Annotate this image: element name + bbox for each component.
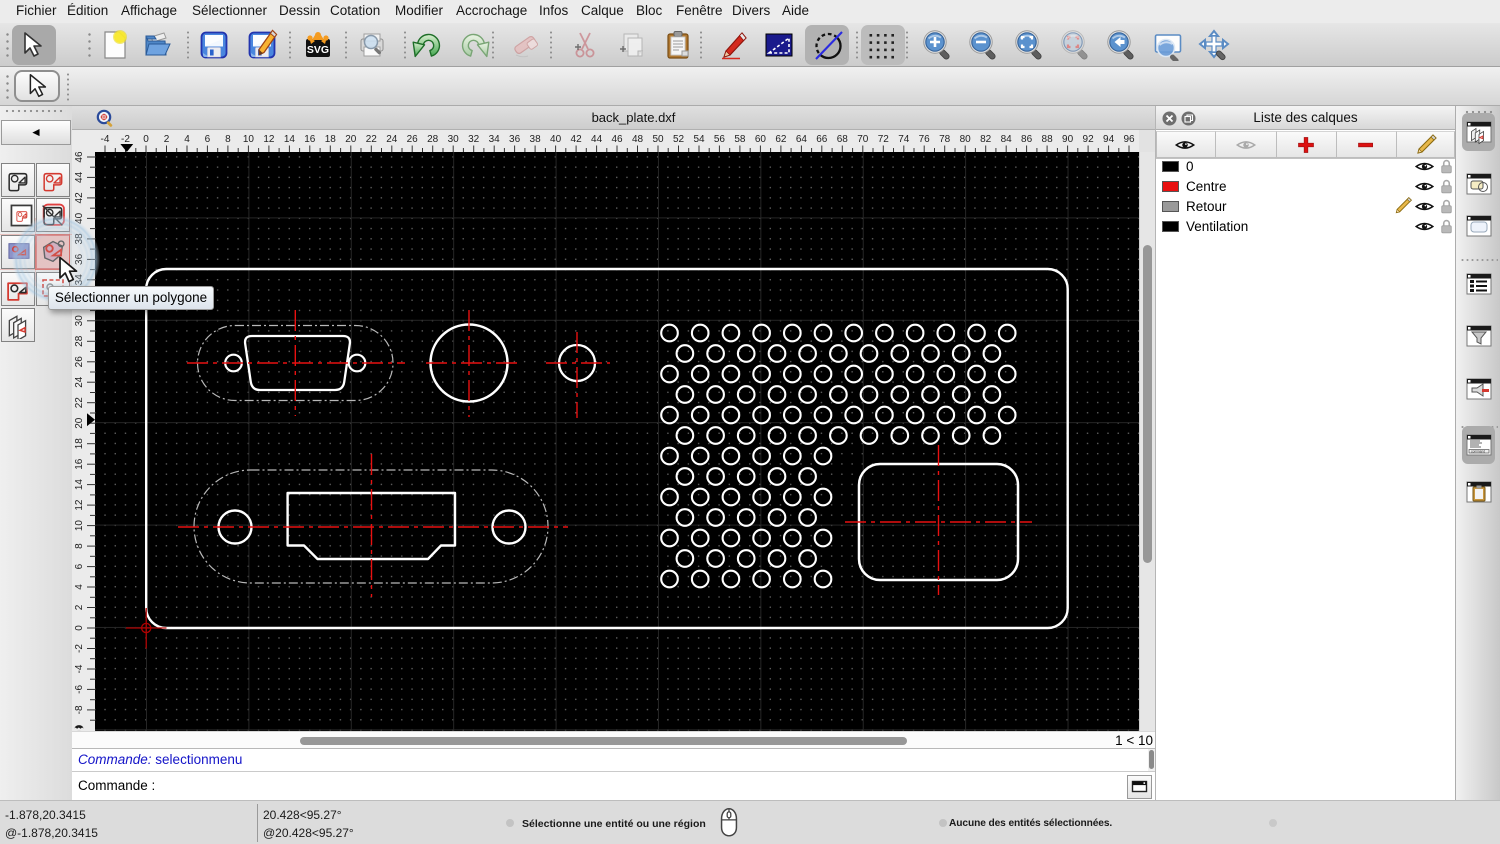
svg-text:92: 92 — [1083, 134, 1095, 145]
svg-text:96: 96 — [1123, 134, 1135, 145]
svg-text:-4: -4 — [74, 664, 85, 673]
svg-text:94: 94 — [1103, 134, 1115, 145]
svg-text:-8: -8 — [74, 705, 85, 714]
svg-text:8: 8 — [74, 543, 85, 549]
svg-text:14: 14 — [74, 479, 85, 491]
svg-text:-4: -4 — [101, 134, 110, 145]
svg-text:command: command — [1471, 450, 1485, 454]
svg-text:88: 88 — [1042, 134, 1054, 145]
svg-text:SVG: SVG — [307, 44, 329, 56]
svg-text:76: 76 — [919, 134, 931, 145]
svg-text:16: 16 — [74, 458, 85, 470]
svg-text:64: 64 — [796, 134, 808, 145]
svg-text:2: 2 — [74, 604, 85, 610]
svg-text:6: 6 — [205, 134, 211, 145]
svg-text:70: 70 — [857, 134, 869, 145]
svg-text:-2: -2 — [74, 644, 85, 653]
svg-text:28: 28 — [427, 134, 439, 145]
svg-text:80: 80 — [960, 134, 972, 145]
svg-text:10: 10 — [74, 520, 85, 532]
svg-text:48: 48 — [632, 134, 644, 145]
svg-text:74: 74 — [898, 134, 910, 145]
svg-text:44: 44 — [74, 171, 85, 183]
svg-text:10: 10 — [243, 134, 255, 145]
svg-text:8: 8 — [225, 134, 231, 145]
svg-text:62: 62 — [775, 134, 787, 145]
svg-text:18: 18 — [74, 438, 85, 450]
svg-text:46: 46 — [611, 134, 623, 145]
svg-text:60: 60 — [755, 134, 767, 145]
svg-text:12: 12 — [74, 499, 85, 511]
svg-text:-2: -2 — [121, 134, 130, 145]
svg-text:18: 18 — [325, 134, 337, 145]
svg-text:22: 22 — [74, 397, 85, 409]
svg-text:24: 24 — [74, 376, 85, 388]
svg-text:78: 78 — [939, 134, 951, 145]
svg-text:38: 38 — [530, 134, 542, 145]
svg-text:90: 90 — [1062, 134, 1074, 145]
svg-text:42: 42 — [74, 192, 85, 204]
svg-text:30: 30 — [448, 134, 460, 145]
svg-text:14: 14 — [284, 134, 296, 145]
svg-text:84: 84 — [1001, 134, 1013, 145]
svg-text:22: 22 — [366, 134, 378, 145]
svg-text:50: 50 — [652, 134, 664, 145]
svg-text:56: 56 — [714, 134, 726, 145]
svg-text:82: 82 — [980, 134, 992, 145]
svg-text:-6: -6 — [74, 685, 85, 694]
svg-text:24: 24 — [386, 134, 398, 145]
svg-text:6: 6 — [74, 563, 85, 569]
svg-text:40: 40 — [550, 134, 562, 145]
svg-text:2: 2 — [164, 134, 170, 145]
svg-text:44: 44 — [591, 134, 603, 145]
svg-text:66: 66 — [816, 134, 828, 145]
svg-text:4: 4 — [74, 584, 85, 590]
svg-text:30: 30 — [74, 315, 85, 327]
svg-text:36: 36 — [509, 134, 521, 145]
svg-text:16: 16 — [304, 134, 316, 145]
svg-text:42: 42 — [571, 134, 583, 145]
svg-text:58: 58 — [734, 134, 746, 145]
svg-text:20: 20 — [74, 417, 85, 429]
svg-text:0: 0 — [74, 625, 85, 631]
svg-text:34: 34 — [489, 134, 501, 145]
svg-text:26: 26 — [74, 356, 85, 368]
svg-text:28: 28 — [74, 335, 85, 347]
svg-text:86: 86 — [1021, 134, 1033, 145]
svg-text:52: 52 — [673, 134, 685, 145]
svg-text:68: 68 — [837, 134, 849, 145]
svg-text:20: 20 — [345, 134, 357, 145]
svg-text:12: 12 — [263, 134, 275, 145]
svg-text:26: 26 — [407, 134, 419, 145]
svg-text:32: 32 — [468, 134, 480, 145]
svg-text:72: 72 — [878, 134, 890, 145]
svg-text:46: 46 — [74, 152, 85, 163]
svg-text:4: 4 — [184, 134, 190, 145]
svg-text:0: 0 — [143, 134, 149, 145]
svg-text:54: 54 — [693, 134, 705, 145]
